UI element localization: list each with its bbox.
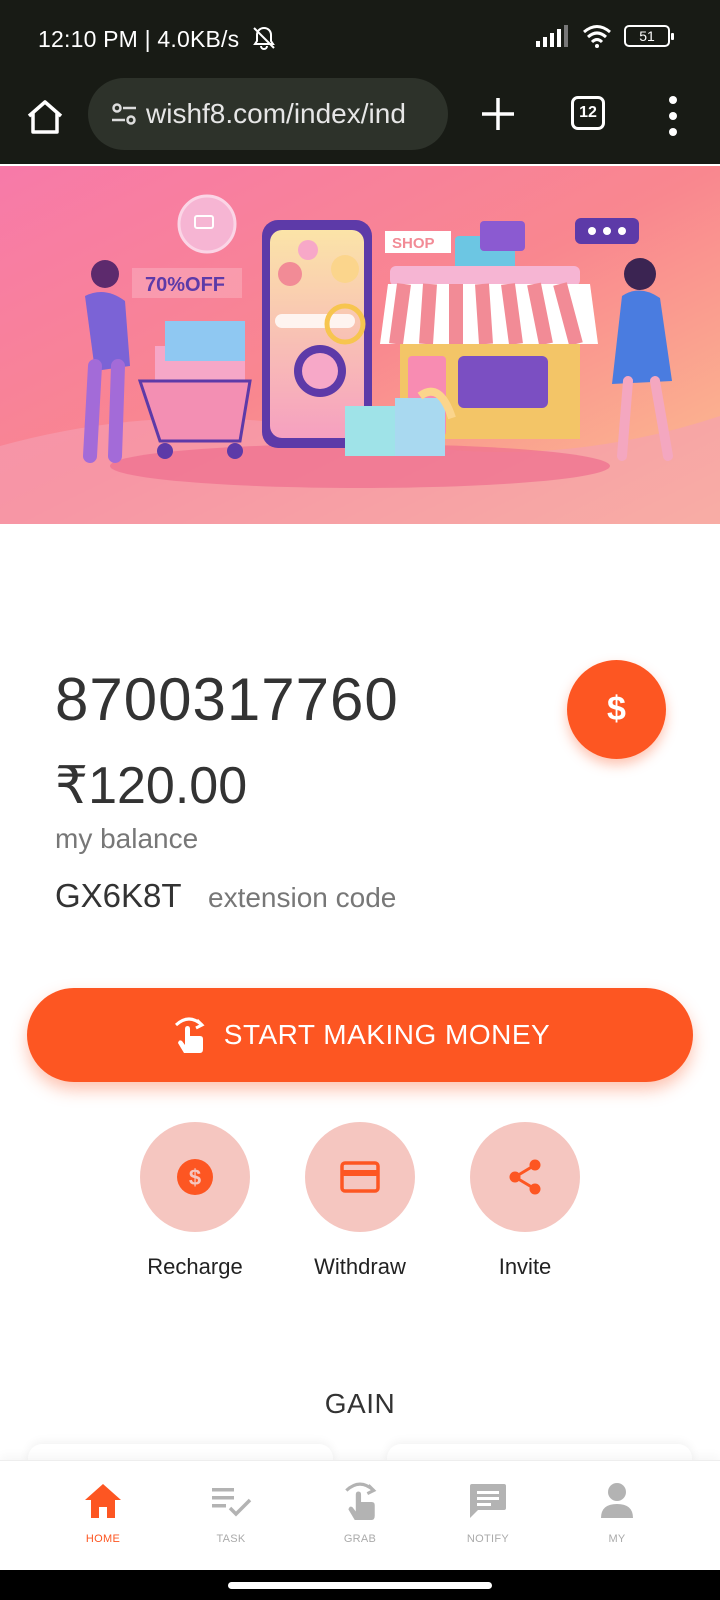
nav-task[interactable]: TASK <box>181 1479 281 1545</box>
status-bar: 12:10 PM | 4.0KB/s 51 <box>0 0 720 78</box>
home-icon[interactable] <box>22 94 68 140</box>
invite-button[interactable] <box>470 1122 580 1232</box>
site-settings-icon[interactable] <box>110 100 138 128</box>
status-time: 12:10 PM | 4.0KB/s <box>38 26 240 52</box>
extension-code-label: extension code <box>208 882 397 913</box>
person-icon <box>601 1483 633 1518</box>
task-list-icon <box>212 1488 252 1517</box>
bottom-navigation: HOME TASK GRAB NOTIFY MY <box>0 1460 720 1570</box>
nav-my[interactable]: MY <box>567 1479 667 1545</box>
tap-hand-icon <box>345 1482 377 1520</box>
shop-sign: SHOP <box>392 235 435 252</box>
mute-bell-icon <box>253 26 275 50</box>
withdraw-button[interactable] <box>305 1122 415 1232</box>
nav-grab[interactable]: GRAB <box>310 1479 410 1545</box>
recharge-button[interactable]: $ <box>140 1122 250 1232</box>
nav-grab-label: GRAB <box>343 1533 377 1545</box>
dollar-circle-icon: $ <box>177 1159 213 1195</box>
recharge-label[interactable]: Recharge <box>115 1254 275 1280</box>
credit-card-icon <box>340 1161 380 1193</box>
nav-my-label: MY <box>608 1533 626 1545</box>
status-icons: 51 <box>536 24 674 48</box>
nav-notify[interactable]: NOTIFY <box>438 1479 538 1545</box>
nav-home[interactable]: HOME <box>53 1479 153 1545</box>
overflow-menu-icon[interactable] <box>663 94 683 138</box>
tap-hand-icon <box>174 1017 205 1053</box>
balance-amount: ₹120.00 <box>55 757 248 815</box>
invite-action[interactable]: Invite <box>445 1122 605 1280</box>
account-phone-number: 8700317760 <box>55 666 399 733</box>
gesture-area <box>0 1570 720 1600</box>
wifi-icon <box>583 25 611 48</box>
nav-task-label: TASK <box>216 1533 246 1545</box>
shopping-illustration: 70%OFF SHOP <box>0 166 720 524</box>
start-making-money-button[interactable]: START MAKING MONEY <box>27 988 693 1082</box>
browser-toolbar: wishf8.com/index/ind 12 <box>0 78 720 164</box>
invite-label[interactable]: Invite <box>445 1254 605 1280</box>
withdraw-label[interactable]: Withdraw <box>280 1254 440 1280</box>
home-icon <box>85 1484 121 1518</box>
extension-code: GX6K8T <box>55 877 182 914</box>
address-bar[interactable]: wishf8.com/index/ind <box>88 78 448 150</box>
plus-icon[interactable] <box>476 92 520 136</box>
battery-icon: 51 <box>624 25 674 47</box>
nav-notify-label: NOTIFY <box>466 1533 510 1545</box>
share-icon <box>509 1159 541 1195</box>
balance-label: my balance <box>55 823 199 854</box>
withdraw-action[interactable]: Withdraw <box>280 1122 440 1280</box>
signal-icon <box>536 25 568 47</box>
gain-section-title: GAIN <box>324 1388 396 1419</box>
message-icon <box>470 1484 506 1518</box>
recharge-action[interactable]: $ Recharge <box>115 1122 275 1280</box>
home-gesture-bar[interactable] <box>228 1582 492 1589</box>
url-text[interactable]: wishf8.com/index/ind <box>146 98 436 130</box>
promo-banner: 70%OFF SHOP <box>0 166 720 524</box>
start-button-label: START MAKING MONEY <box>223 1019 551 1050</box>
discount-tag: 70%OFF <box>145 274 225 296</box>
svg-text:$: $ <box>189 1165 201 1190</box>
tabs-icon[interactable]: 12 <box>571 96 605 130</box>
dollar-icon[interactable]: $ <box>567 660 666 759</box>
nav-home-label: HOME <box>85 1533 121 1545</box>
